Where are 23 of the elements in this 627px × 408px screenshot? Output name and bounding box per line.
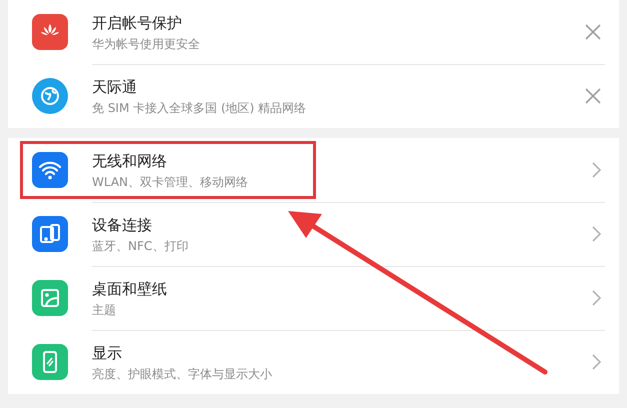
settings-row[interactable]: 显示 亮度、护眼模式、字体与显示大小 xyxy=(8,330,619,394)
close-icon[interactable] xyxy=(585,88,601,104)
close-icon[interactable] xyxy=(585,24,601,40)
setting-title: 天际通 xyxy=(92,76,137,96)
setting-subtitle: 华为帐号使用更安全 xyxy=(92,36,200,52)
settings-row[interactable]: 开启帐号保护 华为帐号使用更安全 xyxy=(8,0,619,64)
chevron-right-icon xyxy=(592,162,601,178)
chevron-right-icon xyxy=(592,354,601,370)
setting-title: 开启帐号保护 xyxy=(92,12,182,32)
settings-row[interactable]: 无线和网络 WLAN、双卡管理、移动网络 xyxy=(8,138,619,202)
chevron-right-icon xyxy=(592,226,601,242)
setting-title: 设备连接 xyxy=(92,214,152,234)
setting-subtitle: 蓝牙、NFC、打印 xyxy=(92,238,188,254)
setting-subtitle: WLAN、双卡管理、移动网络 xyxy=(92,174,248,190)
settings-row[interactable]: 天际通 免 SIM 卡接入全球多国 (地区) 精品网络 xyxy=(8,64,619,128)
setting-subtitle: 免 SIM 卡接入全球多国 (地区) 精品网络 xyxy=(92,100,306,116)
chevron-right-icon xyxy=(592,290,601,306)
settings-row[interactable]: 桌面和壁纸 主题 xyxy=(8,266,619,330)
setting-subtitle: 主题 xyxy=(92,302,116,318)
setting-subtitle: 亮度、护眼模式、字体与显示大小 xyxy=(92,366,272,382)
setting-title: 桌面和壁纸 xyxy=(92,278,167,298)
setting-title: 无线和网络 xyxy=(92,150,167,170)
setting-title: 显示 xyxy=(92,342,122,362)
